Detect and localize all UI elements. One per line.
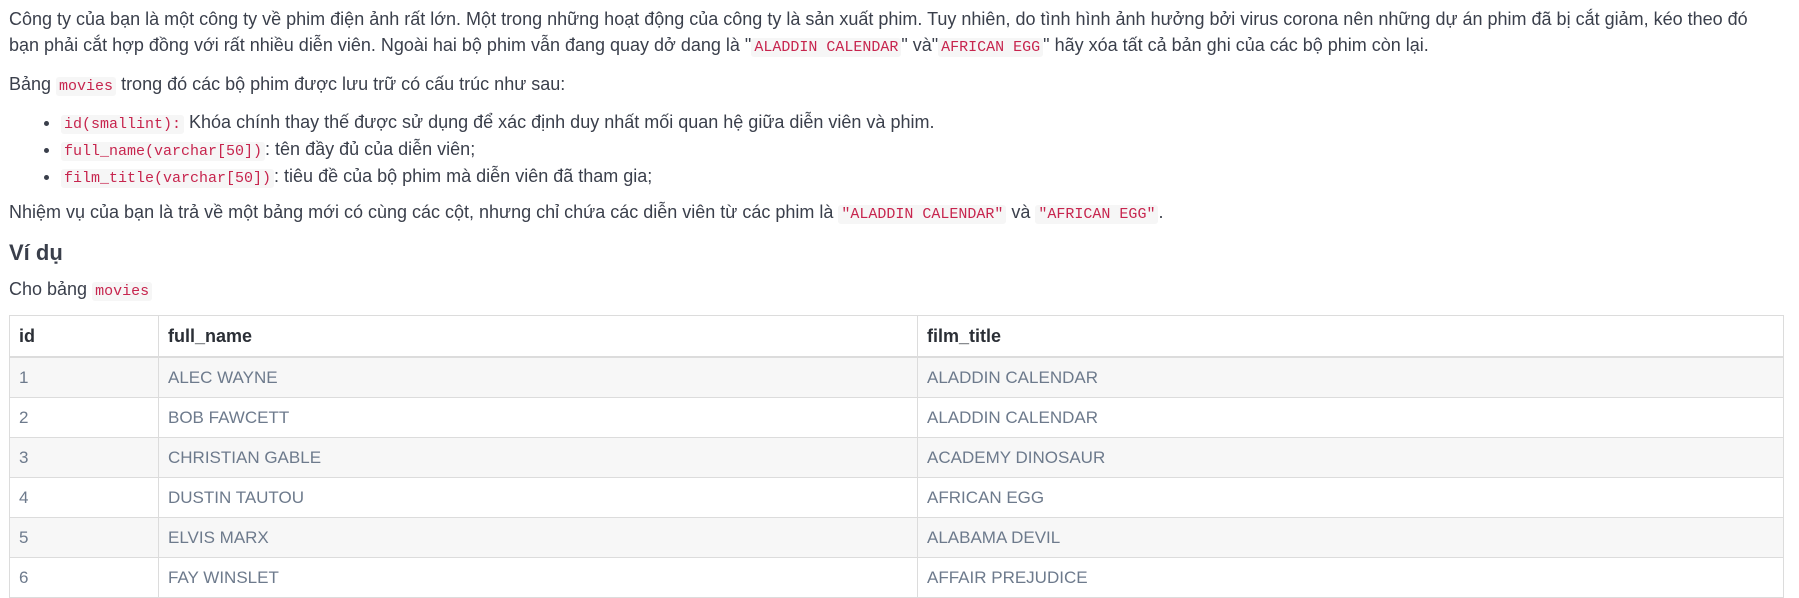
movies-table: id full_name film_title 1 ALEC WAYNE ALA…: [9, 315, 1784, 598]
cell-id: 3: [9, 437, 159, 478]
intro-text-3: " hãy xóa tất cả bản ghi của các bộ phim…: [1043, 35, 1429, 55]
cell-full-name: ALEC WAYNE: [158, 356, 918, 398]
field-desc: : tiêu đề của bộ phim mà diễn viên đã th…: [274, 166, 653, 186]
cell-film-title: ALABAMA DEVIL: [917, 517, 1784, 558]
cell-full-name: FAY WINSLET: [158, 557, 918, 598]
field-desc: Khóa chính thay thế được sử dụng để xác …: [184, 112, 935, 132]
task-prefix: Nhiệm vụ của bạn là trả về một bảng mới …: [9, 202, 839, 222]
task-paragraph: Nhiệm vụ của bạn là trả về một bảng mới …: [9, 199, 1772, 228]
intro-text-2: " và": [901, 35, 939, 55]
table-header-row: id full_name film_title: [9, 315, 1784, 358]
header-id: id: [9, 315, 159, 358]
table-row: 6 FAY WINSLET AFFAIR PREJUDICE: [9, 557, 1784, 598]
field-code: full_name(varchar[50]): [61, 142, 266, 161]
table-row: 1 ALEC WAYNE ALADDIN CALENDAR: [9, 356, 1784, 398]
cell-film-title: AFFAIR PREJUDICE: [917, 557, 1784, 598]
film-code-african-egg: AFRICAN EGG: [938, 38, 1044, 57]
field-item-full-name: full_name(varchar[50]): tên đầy đủ của d…: [61, 137, 1772, 164]
table-row: 5 ELVIS MARX ALABAMA DEVIL: [9, 517, 1784, 558]
example-given-prefix: Cho bảng: [9, 279, 93, 299]
field-desc: : tên đầy đủ của diễn viên;: [265, 139, 476, 159]
field-code: id(smallint):: [61, 115, 185, 134]
film-code-aladdin: ALADDIN CALENDAR: [751, 38, 902, 57]
field-code: film_title(varchar[50]): [61, 169, 275, 188]
task-middle: và: [1006, 202, 1036, 222]
cell-id: 1: [9, 356, 159, 398]
cell-film-title: ALADDIN CALENDAR: [917, 356, 1784, 398]
cell-full-name: ELVIS MARX: [158, 517, 918, 558]
example-table-name-code: movies: [92, 282, 153, 301]
example-given-paragraph: Cho bảng movies: [9, 276, 1772, 305]
task-film-code-african-egg: "AFRICAN EGG": [1035, 205, 1159, 224]
structure-paragraph: Bảng movies trong đó các bộ phim được lư…: [9, 71, 1772, 100]
cell-full-name: DUSTIN TAUTOU: [158, 477, 918, 518]
cell-film-title: ALADDIN CALENDAR: [917, 397, 1784, 438]
table-row: 3 CHRISTIAN GABLE ACADEMY DINOSAUR: [9, 437, 1784, 478]
problem-description: Công ty của bạn là một công ty về phim đ…: [0, 0, 1784, 598]
table-row: 2 BOB FAWCETT ALADDIN CALENDAR: [9, 397, 1784, 438]
field-item-id: id(smallint): Khóa chính thay thế được s…: [61, 110, 1772, 137]
table-name-code: movies: [56, 77, 117, 96]
cell-id: 4: [9, 477, 159, 518]
cell-full-name: CHRISTIAN GABLE: [158, 437, 918, 478]
cell-film-title: AFRICAN EGG: [917, 477, 1784, 518]
cell-id: 6: [9, 557, 159, 598]
header-full-name: full_name: [158, 315, 918, 358]
cell-film-title: ACADEMY DINOSAUR: [917, 437, 1784, 478]
cell-full-name: BOB FAWCETT: [158, 397, 918, 438]
task-film-code-aladdin: "ALADDIN CALENDAR": [838, 205, 1007, 224]
field-list: id(smallint): Khóa chính thay thế được s…: [9, 110, 1772, 191]
intro-paragraph: Công ty của bạn là một công ty về phim đ…: [9, 6, 1772, 61]
table-row: 4 DUSTIN TAUTOU AFRICAN EGG: [9, 477, 1784, 518]
header-film-title: film_title: [917, 315, 1784, 358]
cell-id: 2: [9, 397, 159, 438]
example-heading: Ví dụ: [9, 240, 63, 265]
structure-prefix: Bảng: [9, 74, 57, 94]
field-item-film-title: film_title(varchar[50]): tiêu đề của bộ …: [61, 164, 1772, 191]
cell-id: 5: [9, 517, 159, 558]
task-suffix: .: [1158, 202, 1164, 222]
structure-suffix: trong đó các bộ phim được lưu trữ có cấu…: [116, 74, 566, 94]
